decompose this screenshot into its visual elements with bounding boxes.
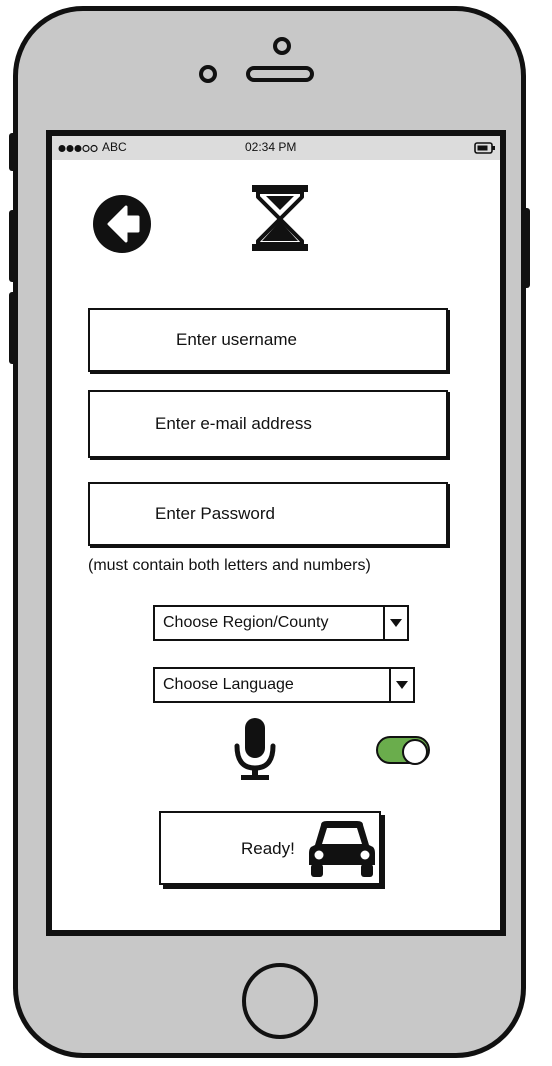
hourglass-icon (252, 185, 308, 251)
password-placeholder: Enter Password (155, 504, 275, 523)
phone-side-button (9, 133, 17, 171)
back-arrow-circle-icon[interactable] (92, 194, 152, 254)
region-chevron-down-icon[interactable] (383, 607, 407, 639)
password-hint: (must contain both letters and numbers) (88, 557, 371, 574)
toggle-knob (402, 739, 428, 765)
language-select-value: Choose Language (163, 676, 294, 693)
carrier-label: ABC (102, 140, 127, 154)
microphone-icon[interactable] (230, 716, 280, 782)
battery-icon (474, 142, 495, 154)
status-bar: ABC 02:34 PM (52, 136, 500, 160)
language-select[interactable]: Choose Language (153, 667, 415, 703)
password-input[interactable]: Enter Password (88, 482, 448, 546)
username-placeholder: Enter username (176, 330, 297, 349)
email-placeholder: Enter e-mail address (155, 414, 312, 433)
volume-down-button (9, 292, 17, 364)
front-camera (273, 37, 291, 55)
proximity-sensor (199, 65, 217, 83)
ready-button[interactable]: Ready! (159, 811, 381, 885)
email-input[interactable]: Enter e-mail address (88, 390, 448, 458)
ready-button-label: Ready! (241, 839, 295, 858)
earpiece-speaker (246, 66, 314, 82)
voice-toggle-switch[interactable] (376, 736, 430, 765)
signal-strength-icon (58, 144, 98, 153)
power-button (522, 208, 530, 288)
car-icon (309, 821, 375, 877)
username-input[interactable]: Enter username (88, 308, 448, 372)
region-select[interactable]: Choose Region/County (153, 605, 409, 641)
volume-up-button (9, 210, 17, 282)
region-select-value: Choose Region/County (163, 614, 329, 631)
home-button[interactable] (242, 963, 318, 1039)
language-chevron-down-icon[interactable] (389, 669, 413, 701)
status-time: 02:34 PM (245, 140, 297, 154)
phone-screen: ABC 02:34 PM Enter username Enter e-mail… (46, 130, 506, 936)
